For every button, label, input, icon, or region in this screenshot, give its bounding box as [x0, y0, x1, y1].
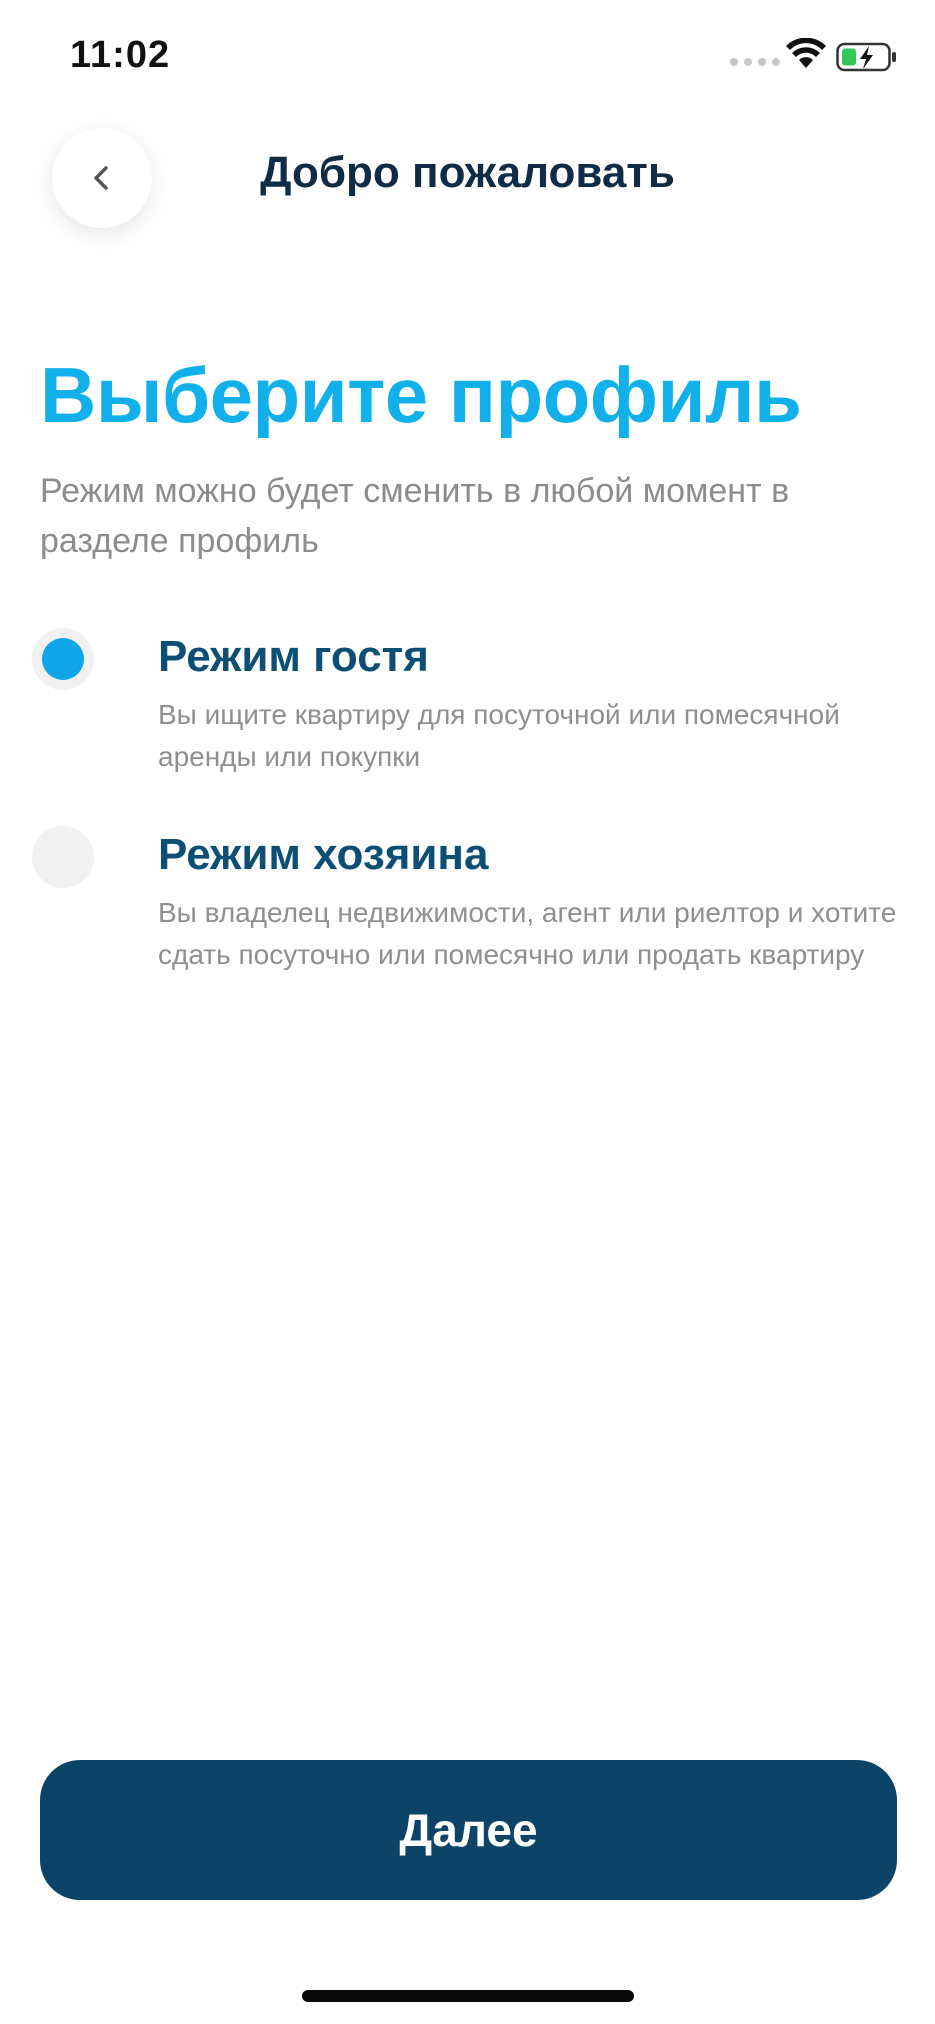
header-title: Добро пожаловать	[260, 148, 675, 197]
page-subtitle: Режим можно будет сменить в любой момент…	[40, 472, 790, 560]
guest-mode-title: Режим гостя	[158, 632, 429, 681]
host-mode-radio[interactable]	[32, 826, 94, 888]
guest-mode-radio[interactable]	[32, 628, 94, 690]
host-mode-description: Вы владелец недвижимости, агент или риел…	[158, 897, 897, 970]
status-time: 11:02	[70, 34, 171, 76]
status-bar: 11:02	[0, 0, 935, 110]
battery-charging-icon	[836, 42, 896, 72]
page-title: Выберите профиль	[40, 351, 802, 439]
screen: 11:02 Добро пожаловать Выберите профиль …	[0, 0, 935, 2024]
signal-dots-icon	[730, 58, 780, 66]
home-indicator	[302, 1990, 634, 2002]
wifi-icon	[786, 38, 826, 68]
next-button[interactable]: Далее	[40, 1760, 897, 1900]
guest-mode-description: Вы ищите квартиру для посуточной или пом…	[158, 699, 840, 772]
host-mode-title: Режим хозяина	[158, 830, 489, 879]
